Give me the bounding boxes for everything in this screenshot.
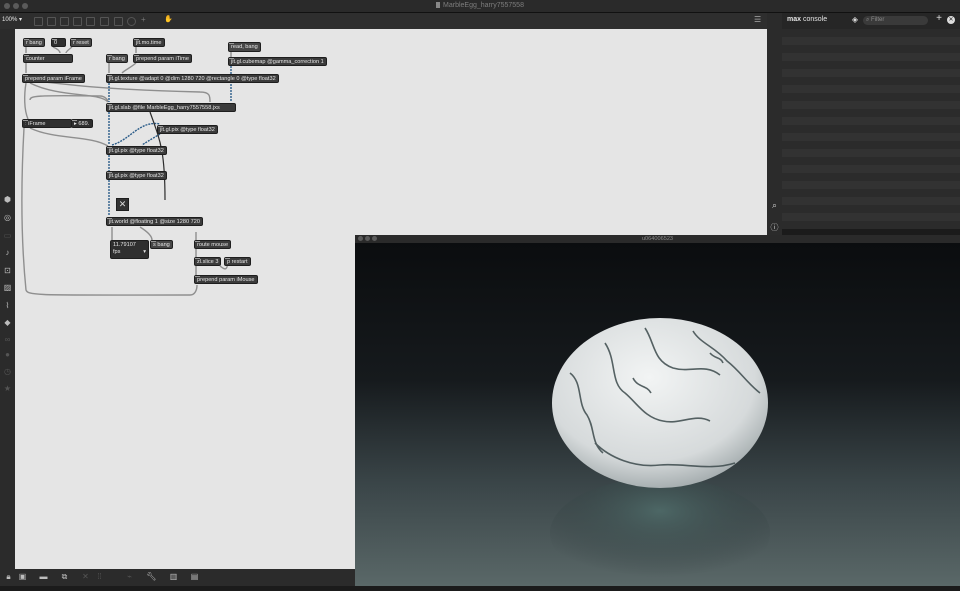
search-icon: ⌕ (866, 17, 870, 23)
patchcord (23, 82, 29, 120)
jitter-cord (141, 133, 161, 146)
mute-icon[interactable]: ✕ (80, 571, 91, 582)
object-zl-slice[interactable]: zl.slice 3 (194, 257, 222, 266)
object-jit-gl-texture[interactable]: jit.gl.texture @adapt 0 @dim 1280 720 @r… (106, 74, 279, 83)
filter-options-icon[interactable]: ◈ (850, 15, 860, 25)
object-prepend-itime[interactable]: prepend param iTime (133, 54, 192, 63)
jitter-minimize-button[interactable] (365, 236, 370, 241)
marble-egg-render (550, 318, 770, 588)
egg-reflection (550, 478, 770, 588)
patchcord (139, 226, 153, 241)
object-route-mouse[interactable]: route mouse (194, 240, 232, 249)
object-counter[interactable]: counter (23, 54, 73, 63)
clear-console-icon[interactable]: ✕ (947, 16, 955, 24)
jitter-cord (111, 122, 161, 146)
number-box-zero[interactable]: 0 (51, 38, 66, 47)
console-row (782, 133, 960, 141)
debug-icon[interactable]: ⌁ (124, 571, 135, 582)
object-jit-gl-slab[interactable]: jit.gl.slab @file MarbleEgg_harry7557558… (106, 103, 236, 112)
object-prepend-imouse[interactable]: prepend param iMouse (194, 275, 258, 284)
jitter-close-button[interactable] (358, 236, 363, 241)
rendered-scene (355, 243, 960, 588)
console-row (782, 181, 960, 189)
chat-icon[interactable]: ▬ (38, 571, 49, 582)
console-row (782, 213, 960, 221)
console-row (782, 53, 960, 61)
list-icon[interactable]: ▤ (189, 571, 200, 582)
windows-icon[interactable]: ⧉ (59, 571, 70, 582)
object-jit-gl-pix-3[interactable]: jit.gl.pix @type float32 (106, 171, 167, 180)
console-row (782, 85, 960, 93)
fps-menu[interactable]: fps ▾ (111, 249, 148, 255)
patchcord (29, 127, 109, 147)
patchcord (52, 46, 61, 54)
presentation-icon[interactable]: ▣ (17, 571, 28, 582)
console-row (782, 69, 960, 77)
console-row (782, 141, 960, 149)
info-icon[interactable]: ⓘ (769, 222, 780, 233)
console-row (782, 101, 960, 109)
console-row (782, 157, 960, 165)
object-jit-gl-cubemap[interactable]: jit.gl.cubemap @gamma_correction 1 (228, 57, 327, 66)
toggle-x-icon[interactable]: ✕ (116, 198, 129, 211)
console-row (782, 221, 960, 229)
patchcord (121, 62, 137, 74)
console-row (782, 45, 960, 53)
fps-value: 11.79107 (113, 242, 136, 248)
console-row (782, 165, 960, 173)
console-row (782, 125, 960, 133)
console-row (782, 189, 960, 197)
console-row (782, 37, 960, 45)
object-r-bang-2[interactable]: r bang (106, 54, 128, 63)
egg-body (552, 318, 768, 488)
object-jit-world[interactable]: jit.world @floating 1 @size 1280 720 (106, 217, 203, 226)
jitter-render-window[interactable]: u064006523 (355, 235, 960, 588)
object-p-restart[interactable]: p restart (224, 257, 251, 266)
console-filter-input[interactable]: ⌕ Filter (863, 16, 928, 25)
console-row (782, 61, 960, 69)
object-jit-mo-time[interactable]: jit.mo.time (133, 38, 165, 47)
search-icon[interactable]: ⌕ (769, 200, 780, 211)
patchcord (29, 94, 109, 103)
console-row (782, 77, 960, 85)
object-jit-gl-pix-2[interactable]: jit.gl.pix @type float32 (106, 146, 167, 155)
console-row (782, 205, 960, 213)
console-row (782, 149, 960, 157)
console-row (782, 93, 960, 101)
object-r-reset[interactable]: r reset (70, 38, 92, 47)
fps-display: 11.79107 fps ▾ (110, 240, 149, 259)
patchcord (65, 46, 73, 54)
console-row (782, 117, 960, 125)
console-row (782, 29, 960, 37)
message-read-bang[interactable]: read, bang (228, 42, 261, 52)
object-r-bang[interactable]: r bang (23, 38, 45, 47)
console-row (782, 197, 960, 205)
console-row (782, 109, 960, 117)
patchcord (29, 82, 109, 103)
console-row (782, 173, 960, 181)
param-iframe-value[interactable]: ▸ 689. (71, 119, 93, 128)
param-iframe-label: : iFrame (22, 119, 72, 128)
jitter-zoom-button[interactable] (372, 236, 377, 241)
wrench-icon[interactable]: 🔧︎ (146, 571, 157, 582)
console-title: max console (787, 16, 828, 23)
lock-icon[interactable]: 🔒︎ (3, 571, 14, 582)
jitter-window-titlebar: u064006523 (355, 235, 960, 243)
keyboard-icon[interactable]: ▥ (168, 571, 179, 582)
object-prepend-iframe[interactable]: prepend param iFrame (22, 74, 85, 83)
grid-icon[interactable]: ⁞⁞ (94, 571, 105, 582)
add-icon[interactable]: + (934, 14, 944, 24)
object-s-bang[interactable]: s bang (150, 240, 173, 249)
object-jit-gl-pix-1[interactable]: jit.gl.pix @type float32 (157, 125, 218, 134)
